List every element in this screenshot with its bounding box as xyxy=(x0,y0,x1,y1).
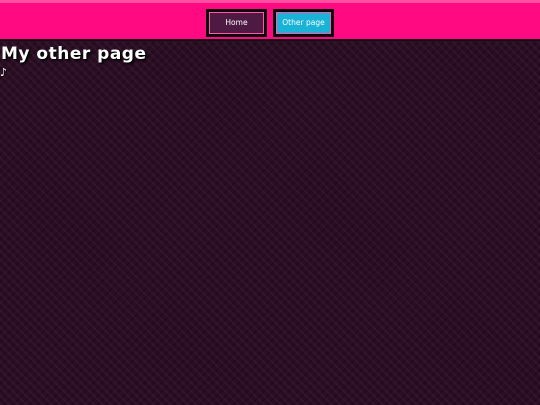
home-tab-button[interactable]: Home xyxy=(206,9,267,37)
top-navigation-bar: Home Other page xyxy=(0,0,540,41)
other-page-tab-button[interactable]: Other page xyxy=(273,9,334,37)
link-fragment-icon: ♪ xyxy=(0,66,8,79)
page-title: My other page xyxy=(1,44,147,64)
